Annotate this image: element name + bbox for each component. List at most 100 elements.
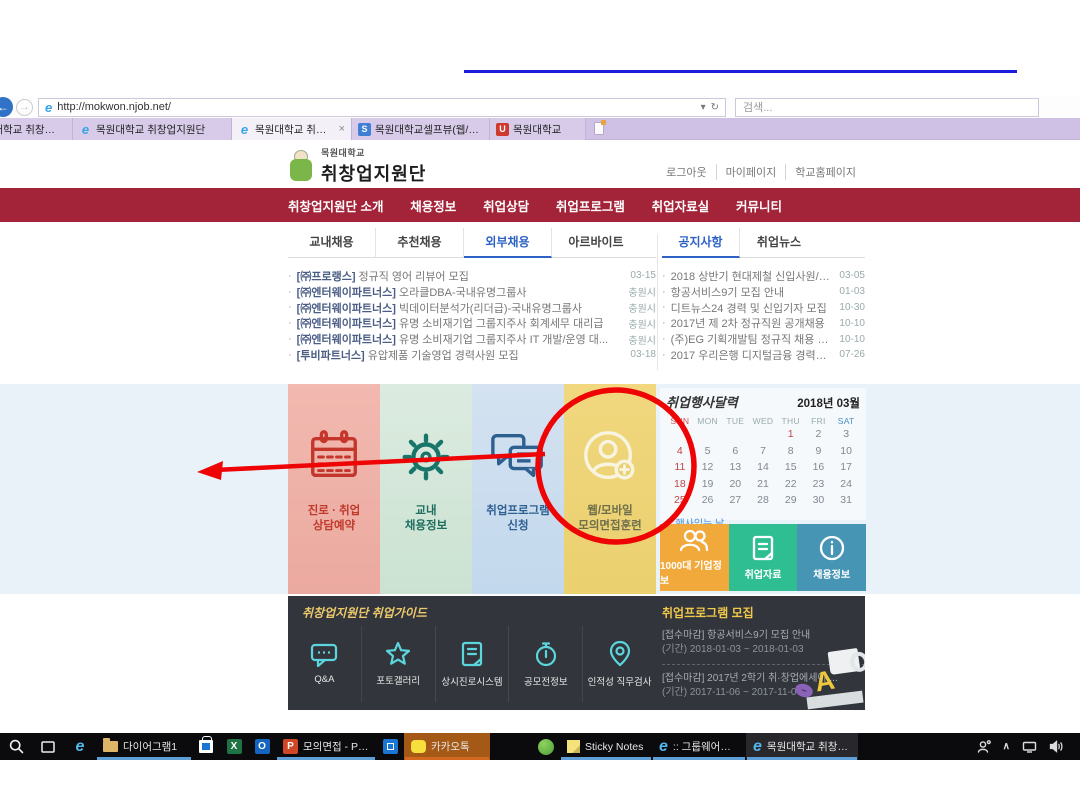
new-tab-button[interactable]: [586, 118, 612, 139]
notice-row[interactable]: · (주)EG 기획개발팀 정규직 채용 공고 10-10: [662, 331, 865, 347]
back-button[interactable]: ←: [0, 97, 13, 117]
taskbar-ie-button[interactable]: e: [64, 733, 96, 760]
calendar-date-cell[interactable]: 22: [777, 478, 805, 495]
calendar-date-cell[interactable]: 5: [694, 445, 722, 462]
card-mock-interview[interactable]: 웹/모바일 모의면접훈련: [564, 384, 656, 594]
taskbar-outlook-button[interactable]: O: [248, 733, 276, 760]
notice-row[interactable]: · 2018 상반기 현대제철 신입사원/인턴... 03-05: [662, 268, 865, 284]
calendar-date-cell[interactable]: 19: [694, 478, 722, 495]
calendar-date-cell[interactable]: 1: [777, 428, 805, 445]
calendar-date-cell[interactable]: 3: [832, 428, 860, 445]
logout-link[interactable]: 로그아웃: [657, 164, 715, 180]
calendar-date-cell[interactable]: 16: [805, 461, 833, 478]
calendar-date-cell[interactable]: 23: [805, 478, 833, 495]
taskbar-store-button[interactable]: [192, 733, 220, 760]
guide-item-photo-gallery[interactable]: 포토갤러리: [362, 626, 436, 702]
card-counsel-reservation[interactable]: 진로 · 취업 상담예약: [288, 384, 380, 594]
jobs-tab[interactable]: 교내채용: [288, 228, 376, 258]
calendar-date-cell[interactable]: 2: [805, 428, 833, 445]
browser-tab[interactable]: S 목원대학교셀프뷰(웹/모바일 ...: [352, 118, 490, 140]
calendar-date-cell[interactable]: 6: [721, 445, 749, 462]
refresh-icon[interactable]: ↻: [711, 102, 719, 113]
browser-tab[interactable]: e 목원대학교 취창업지원단 ×: [232, 118, 352, 140]
top1000-companies-button[interactable]: 1000대 기업정보: [660, 524, 729, 591]
guide-item-aptitude-test[interactable]: 인적성 직무검사: [583, 626, 656, 702]
nav-item[interactable]: 취창업지원단 소개: [288, 196, 383, 215]
calendar-date-cell[interactable]: 24: [832, 478, 860, 495]
calendar-date-cell[interactable]: 20: [721, 478, 749, 495]
notice-row[interactable]: · 2017년 제 2차 정규직원 공개채용 10-10: [662, 315, 865, 331]
browser-tab[interactable]: U 목원대학교: [490, 118, 586, 140]
calendar-date-cell[interactable]: 14: [749, 461, 777, 478]
notice-tab[interactable]: 취업뉴스: [740, 228, 818, 258]
calendar-date-cell[interactable]: 9: [805, 445, 833, 462]
jobs-tab[interactable]: 외부채용: [464, 228, 552, 258]
calendar-date-cell[interactable]: 29: [777, 494, 805, 511]
calendar-date-cell[interactable]: 17: [832, 461, 860, 478]
job-row[interactable]: · [㈜엔터웨이파트너스] 유명 소비재기업 그룹지주사 IT 개발/운영 대.…: [288, 331, 656, 347]
url-text[interactable]: http://mokwon.njob.net/: [57, 101, 695, 113]
nav-item[interactable]: 취업자료실: [652, 196, 710, 215]
school-home-link[interactable]: 학교홈페이지: [785, 164, 865, 180]
nav-item[interactable]: 취업프로그램: [556, 196, 625, 215]
card-program-apply[interactable]: 취업프로그램 신청: [472, 384, 564, 594]
job-row[interactable]: · [투비파트너스] 유압제품 기술영업 경력사원 모집 03-18: [288, 347, 656, 363]
nav-item[interactable]: 커뮤니티: [736, 196, 782, 215]
notice-row[interactable]: · 항공서비스9기 모집 안내 01-03: [662, 284, 865, 300]
guide-item-career-system[interactable]: 상시진로시스템: [436, 626, 510, 702]
calendar-date-cell[interactable]: 27: [721, 494, 749, 511]
calendar-date-cell[interactable]: 13: [721, 461, 749, 478]
calendar-date-cell[interactable]: 30: [805, 494, 833, 511]
site-logo[interactable]: 목원대학교 취창업지원단: [288, 146, 426, 186]
job-row[interactable]: · [㈜엔터웨이파트너스] 오라클DBA-국내유명그룹사 충원시: [288, 284, 656, 300]
calendar-date-cell[interactable]: 18: [666, 478, 694, 495]
calendar-date-cell[interactable]: 12: [694, 461, 722, 478]
taskbar-app-kakaotalk[interactable]: 카카오톡: [404, 733, 490, 760]
tab-close-icon[interactable]: ×: [339, 123, 345, 135]
calendar-date-cell[interactable]: 11: [666, 461, 694, 478]
forward-button[interactable]: →: [16, 99, 33, 116]
calendar-date-cell[interactable]: 4: [666, 445, 694, 462]
taskbar-app-sticky-notes[interactable]: Sticky Notes: [560, 733, 652, 760]
calendar-date-cell[interactable]: 7: [749, 445, 777, 462]
calendar-date-cell[interactable]: [694, 428, 722, 445]
calendar-date-cell[interactable]: 15: [777, 461, 805, 478]
taskbar-photos-button[interactable]: [376, 733, 404, 760]
calendar-date-cell[interactable]: [749, 428, 777, 445]
job-row[interactable]: · [㈜엔터웨이파트너스] 빅데이터분석가(리더급)-국내유명그룹사 충원시: [288, 300, 656, 316]
guide-item-qna[interactable]: Q&A: [288, 626, 362, 702]
notice-tab[interactable]: 공지사항: [662, 228, 740, 258]
calendar-date-cell[interactable]: [666, 428, 694, 445]
browser-tab[interactable]: e 목원대학교 취창업지원단: [73, 118, 232, 140]
taskbar-app-powerpoint[interactable]: P 모의면접 - PowerP...: [276, 733, 376, 760]
search-input[interactable]: 검색...: [735, 98, 1039, 117]
job-row[interactable]: · [㈜엔터웨이파트너스] 유명 소비재기업 그룹지주사 회계세무 대리급 충원…: [288, 315, 656, 331]
nav-item[interactable]: 취업상담: [483, 196, 529, 215]
notice-row[interactable]: · 디트뉴스24 경력 및 신입기자 모집 10-30: [662, 300, 865, 316]
job-materials-button[interactable]: 취업자료: [729, 524, 798, 591]
calendar-date-cell[interactable]: 25: [666, 494, 694, 511]
calendar-date-cell[interactable]: 10: [832, 445, 860, 462]
task-view-button[interactable]: [32, 733, 64, 760]
calendar-date-cell[interactable]: 26: [694, 494, 722, 511]
calendar-date-cell[interactable]: 21: [749, 478, 777, 495]
calendar-month[interactable]: 2018년 03월: [797, 395, 860, 411]
notice-row[interactable]: · 2017 우리은행 디지털금융 경력직 채용 07-26: [662, 347, 865, 363]
card-campus-jobs[interactable]: 교내 채용정보: [380, 384, 472, 594]
jobs-tab[interactable]: 추천채용: [376, 228, 464, 258]
network-icon[interactable]: [1022, 741, 1037, 753]
people-tray-icon[interactable]: [977, 740, 991, 753]
mypage-link[interactable]: 마이페이지: [716, 164, 786, 180]
taskbar-excel-button[interactable]: X: [220, 733, 248, 760]
url-field[interactable]: e http://mokwon.njob.net/ ▾ ↻: [38, 98, 726, 117]
nav-item[interactable]: 채용정보: [410, 196, 456, 215]
calendar-date-cell[interactable]: 8: [777, 445, 805, 462]
calendar-date-cell[interactable]: 31: [832, 494, 860, 511]
browser-tab[interactable]: 목원대학교 취창업지원단: [0, 118, 73, 140]
taskbar-green-app-button[interactable]: [532, 733, 560, 760]
job-row[interactable]: · [㈜프로랭스] 정규직 영어 리뷰어 모집 03-15: [288, 268, 656, 284]
taskbar-app-diagram[interactable]: 다이어그램1: [96, 733, 192, 760]
tray-expand-icon[interactable]: ∧: [1003, 741, 1010, 752]
volume-icon[interactable]: [1049, 740, 1064, 753]
guide-item-contest-info[interactable]: 공모전정보: [509, 626, 583, 702]
